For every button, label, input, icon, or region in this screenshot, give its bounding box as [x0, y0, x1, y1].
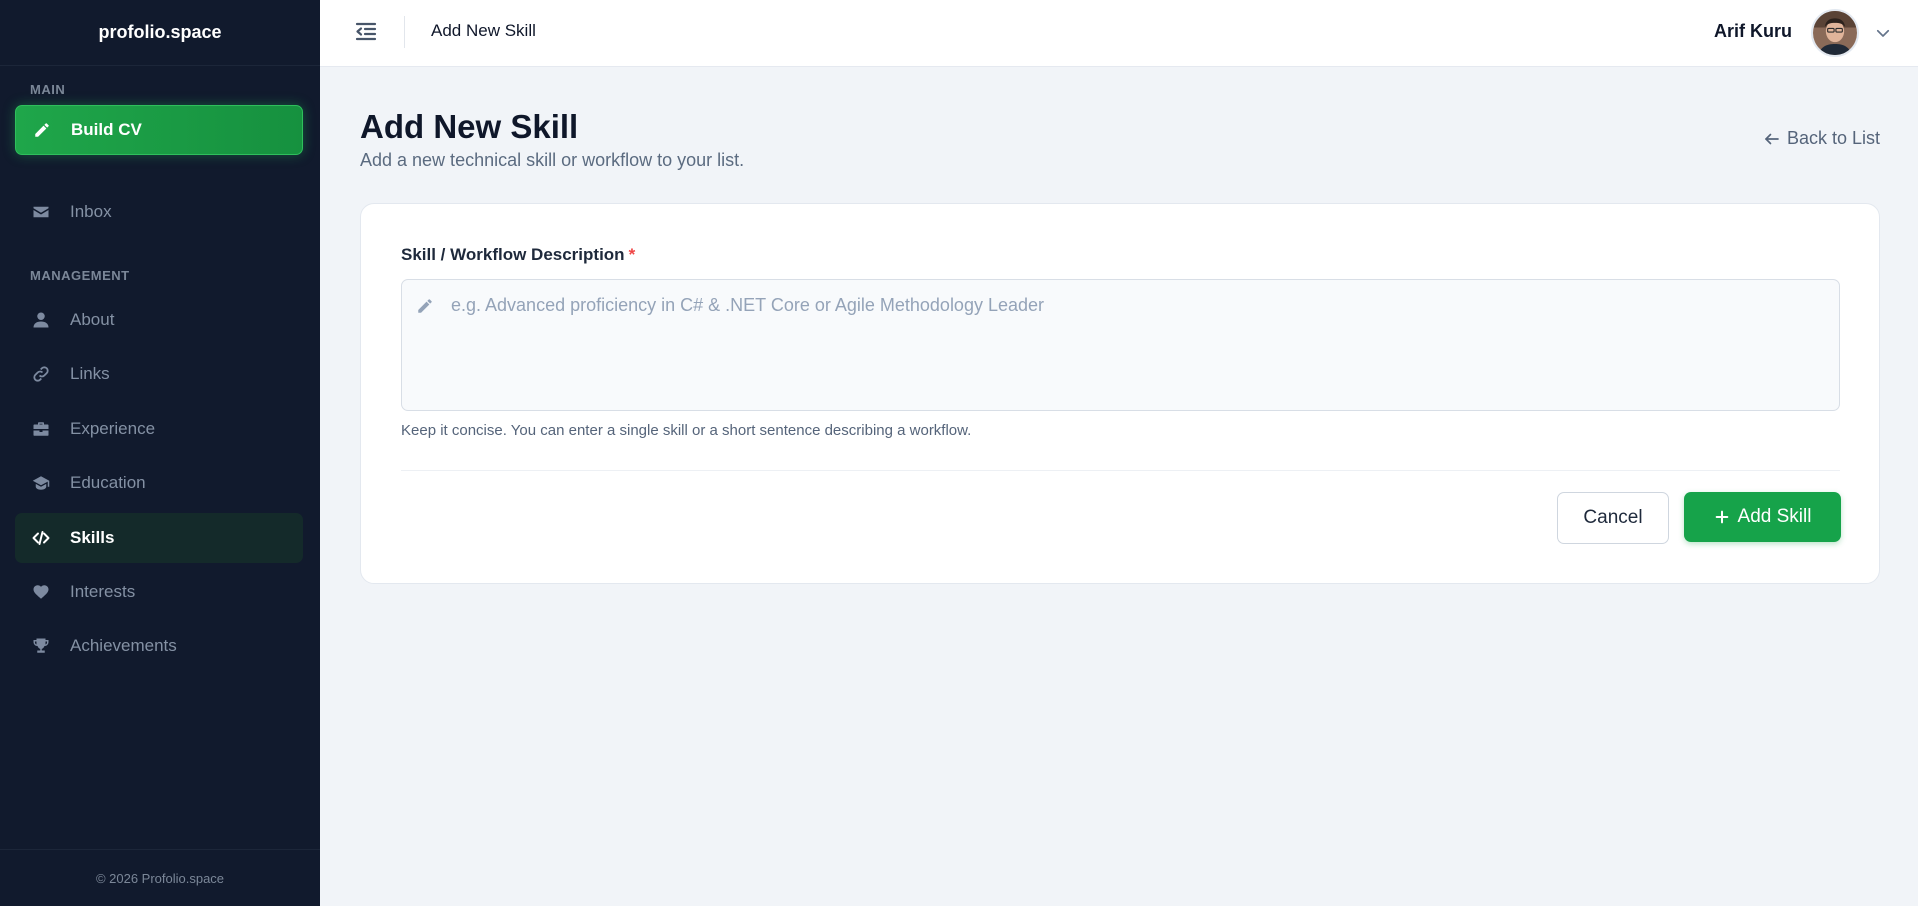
- sidebar-item-label: Interests: [70, 582, 136, 601]
- sidebar-item-experience[interactable]: Experience: [15, 404, 303, 454]
- sidebar-item-achievements[interactable]: Achievements: [15, 621, 303, 671]
- sidebar-item-links[interactable]: Links: [15, 349, 303, 399]
- pencil-icon: [33, 121, 51, 139]
- sidebar-item-label: Build CV: [71, 120, 142, 139]
- arrow-left-icon: [1765, 133, 1779, 144]
- sidebar-item-interests[interactable]: Interests: [15, 567, 303, 617]
- envelope-icon: [32, 203, 50, 221]
- code-icon: [32, 529, 50, 547]
- user-icon: [32, 311, 50, 329]
- sidebar-item-label: Education: [70, 473, 146, 492]
- sidebar-item-label: Achievements: [70, 636, 177, 655]
- section-label-management: MANAGEMENT: [30, 268, 130, 283]
- heart-icon: [32, 583, 50, 601]
- page-title: Add New Skill: [360, 108, 579, 145]
- sidebar-footer: © 2026 Profolio.space: [0, 849, 320, 906]
- skill-description-label: Skill / Workflow Description *: [401, 245, 635, 265]
- cancel-button[interactable]: Cancel: [1557, 492, 1669, 544]
- back-to-list-label: Back to List: [1786, 128, 1880, 148]
- topbar-title: Add New Skill: [431, 21, 536, 40]
- add-skill-button[interactable]: Add Skill: [1684, 492, 1841, 542]
- sidebar-item-skills[interactable]: Skills: [15, 513, 303, 563]
- link-icon: [32, 365, 50, 383]
- back-to-list-link[interactable]: Back to List: [1763, 128, 1880, 149]
- skill-description-input[interactable]: [451, 295, 1821, 395]
- skill-description-help: Keep it concise. You can enter a single …: [401, 422, 972, 439]
- required-mark: *: [628, 245, 636, 264]
- page-subtitle: Add a new technical skill or workflow to…: [360, 150, 745, 170]
- trophy-icon: [32, 637, 50, 655]
- pencil-icon: [416, 297, 434, 315]
- sidebar-item-label: Skills: [70, 528, 115, 547]
- sidebar-item-about[interactable]: About: [15, 295, 303, 345]
- section-label-main: MAIN: [30, 82, 66, 97]
- sidebar-item-education[interactable]: Education: [15, 458, 303, 508]
- add-skill-label: Add Skill: [1737, 506, 1812, 527]
- briefcase-icon: [32, 420, 50, 438]
- skill-form-card: Skill / Workflow Description* Keep it co…: [360, 203, 1880, 584]
- plus-icon: [1715, 510, 1728, 524]
- avatar[interactable]: [1811, 9, 1859, 57]
- brand-logo[interactable]: profolio.space: [0, 0, 320, 66]
- graduation-cap-icon: [32, 474, 50, 492]
- sidebar-item-inbox[interactable]: Inbox: [15, 187, 303, 237]
- sidebar-item-label: About: [70, 310, 115, 329]
- sidebar-item-label: Inbox: [70, 202, 112, 221]
- chevron-down-icon[interactable]: [1874, 24, 1892, 42]
- sidebar-toggle-icon[interactable]: [354, 20, 378, 44]
- form-divider: [401, 470, 1840, 471]
- skill-description-label-text: Skill / Workflow Description: [401, 245, 625, 264]
- topbar: Add New Skill Arif Kuru: [320, 0, 1918, 67]
- topbar-divider: [404, 16, 405, 48]
- sidebar: profolio.space MAIN Build CV Inbox MANAG…: [0, 0, 320, 906]
- user-name[interactable]: Arif Kuru: [1714, 21, 1792, 42]
- skill-description-field: [401, 279, 1840, 411]
- sidebar-item-label: Links: [70, 364, 110, 383]
- sidebar-item-label: Experience: [70, 419, 156, 438]
- sidebar-item-build-cv[interactable]: Build CV: [15, 105, 303, 155]
